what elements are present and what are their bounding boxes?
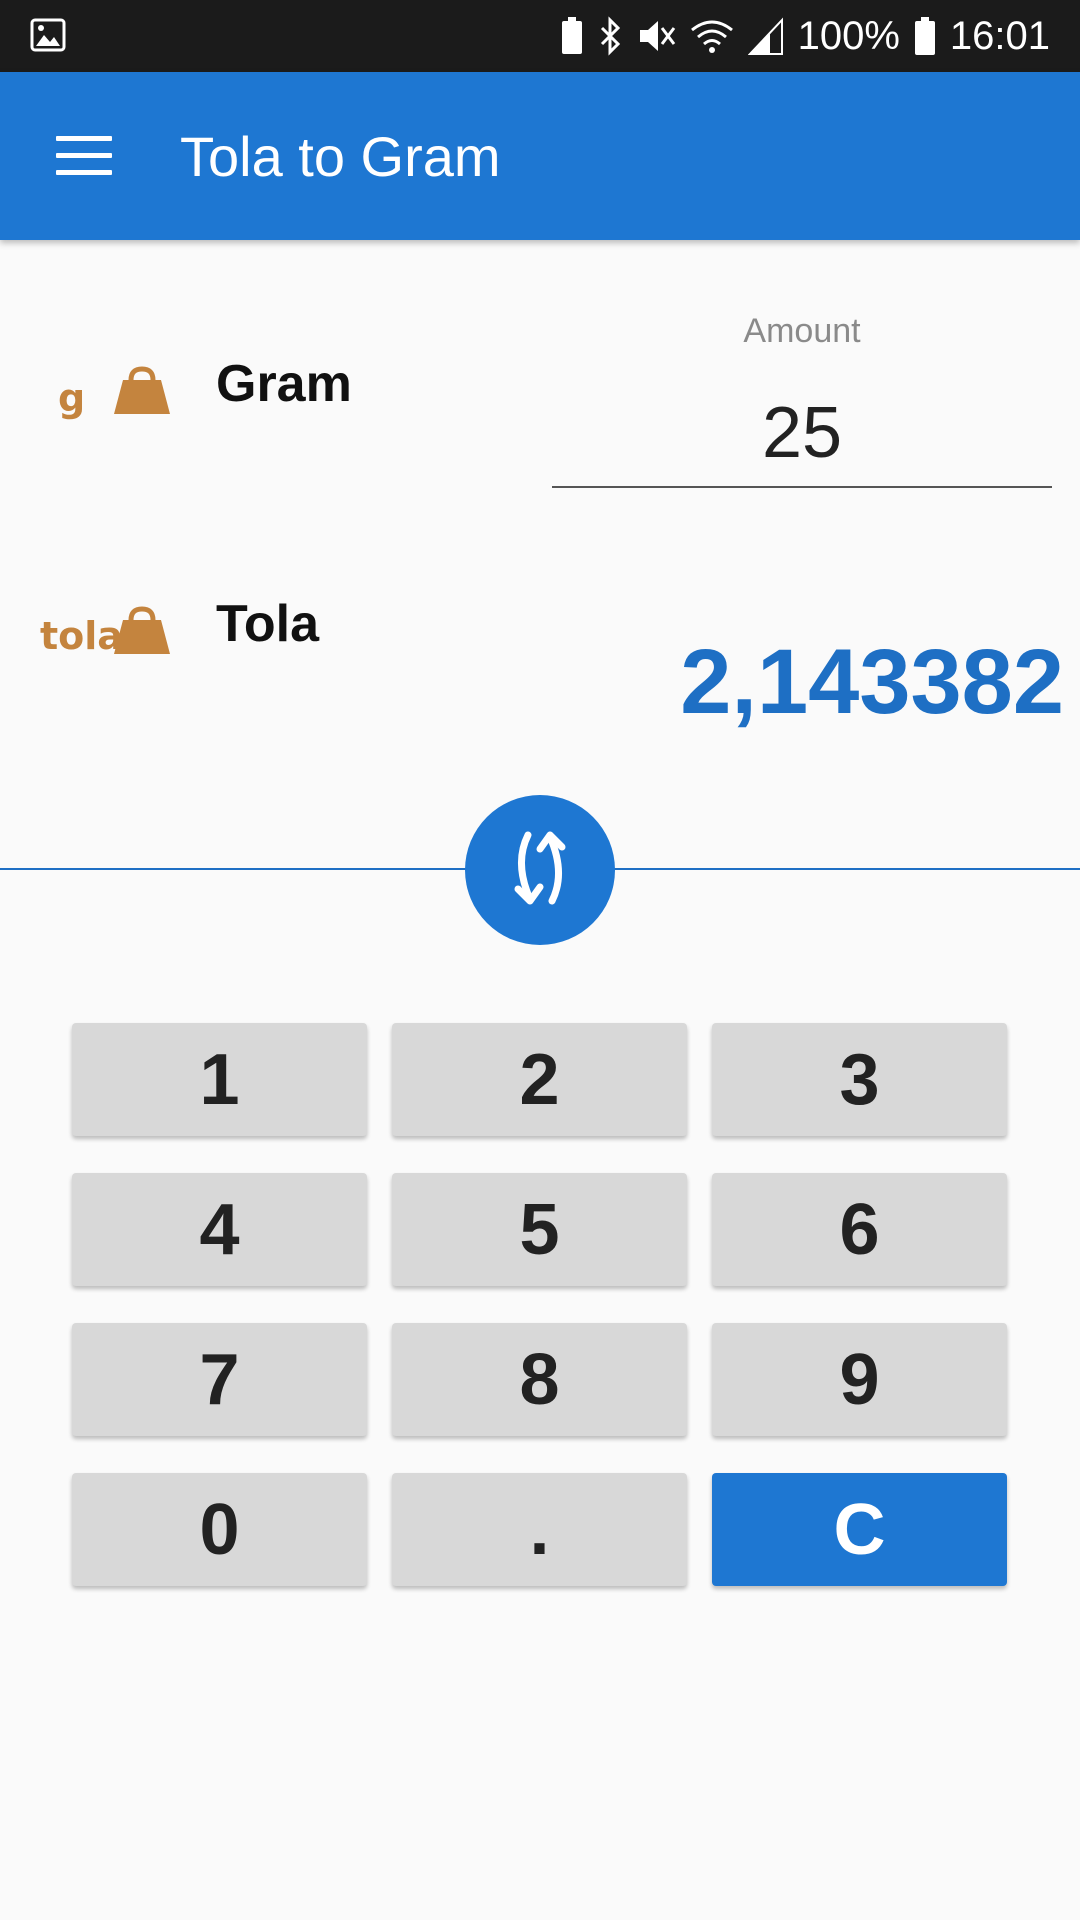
key-8[interactable]: 8 [392,1323,687,1436]
signal-icon [747,16,784,56]
key-decimal[interactable]: . [392,1473,687,1586]
gallery-notification-icon [30,18,66,57]
amount-input[interactable] [552,380,1052,488]
key-3[interactable]: 3 [712,1023,1007,1136]
key-5[interactable]: 5 [392,1173,687,1286]
weight-icon [113,606,171,661]
amount-label: Amount [743,312,861,350]
key-7[interactable]: 7 [72,1323,367,1436]
key-2[interactable]: 2 [392,1023,687,1136]
battery-saver-icon [560,16,584,56]
key-0[interactable]: 0 [72,1473,367,1586]
swap-arrows-icon [500,823,580,918]
clock: 16:01 [949,13,1050,58]
keypad: 1 2 3 4 5 6 7 8 9 0 . C [72,1023,1007,1586]
weight-icon [113,366,171,421]
key-6[interactable]: 6 [712,1173,1007,1286]
app-bar: Tola to Gram [0,72,1080,240]
to-unit-name: Tola [216,595,320,653]
mute-icon [636,16,676,56]
bluetooth-icon [598,16,622,56]
clear-button[interactable]: C [712,1473,1007,1586]
battery-percent: 100% [797,13,900,58]
swap-button[interactable] [465,795,615,945]
key-1[interactable]: 1 [72,1023,367,1136]
key-4[interactable]: 4 [72,1173,367,1286]
page-title: Tola to Gram [180,125,501,188]
tola-abbr: tola [40,614,123,658]
hamburger-menu-icon[interactable] [40,126,130,186]
wifi-icon [690,16,734,56]
conversion-result: 2,143382 [680,631,1064,733]
status-bar: 100% 16:01 [0,0,1080,72]
battery-icon [914,16,936,56]
key-9[interactable]: 9 [712,1323,1007,1436]
from-unit-name: Gram [216,355,352,413]
gram-abbr: g [58,376,86,420]
